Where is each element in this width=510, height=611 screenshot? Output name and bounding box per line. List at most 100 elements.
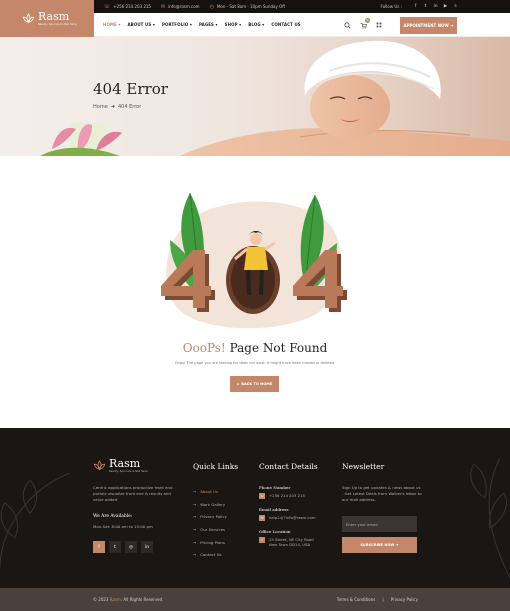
nav-item-blog[interactable]: BLOG ▾ — [248, 22, 264, 27]
logo-tagline: Beauty, Spa Care & Nail Salon — [38, 23, 78, 26]
quick-link-gallery[interactable]: → Work Gallery — [193, 498, 227, 511]
subscribe-button[interactable]: SUBSCRIBE NOW ➜ — [342, 537, 417, 553]
nav-item-shop[interactable]: SHOP ▾ — [225, 22, 242, 27]
404-illustration — [161, 192, 347, 329]
logo-name: Rasm — [38, 10, 70, 23]
nav-icons: 0 — [336, 18, 384, 30]
copyright-brand-link[interactable]: Rasm — [110, 597, 121, 602]
site-logo[interactable]: Rasm Beauty, Spa Care & Nail Salon — [0, 0, 94, 37]
search-icon[interactable] — [342, 20, 352, 30]
lotus-logo-icon — [93, 460, 106, 471]
address-line-2: New Town DD14, USA — [269, 542, 311, 547]
contact-email[interactable]: help24/7info@rasm.com — [269, 515, 316, 520]
error-heading: OooPs! Page Not Found — [0, 341, 510, 355]
appointment-button[interactable]: APPOINTMENT NOW ➜ — [400, 17, 457, 34]
arrow-right-icon: → — [193, 539, 197, 545]
main-nav: HOME ▾ ABOUT US ▾ PORTFOLIO ▾ PAGES ▾ SH… — [94, 13, 510, 37]
topbar-phone[interactable]: ☏ +256 214 203 215 — [104, 4, 151, 10]
arrow-right-icon: → — [193, 526, 197, 532]
nav-item-portfolio[interactable]: PORTFOLIO ▾ — [162, 22, 192, 27]
footer-about-text: Centric applications productize front en… — [93, 485, 173, 502]
top-bar: ☏ +256 214 203 215 ✉ info@rasm.com ◷ Mon… — [94, 0, 510, 13]
privacy-link[interactable]: Privacy Policy — [391, 597, 418, 602]
topbar-email[interactable]: ✉ info@rasm.com — [161, 4, 200, 10]
clock-icon: ◷ — [209, 3, 214, 10]
facebook-icon[interactable]: f — [413, 4, 418, 9]
linkedin-icon[interactable]: in — [141, 541, 153, 553]
contact-heading: Contact Details — [259, 462, 318, 471]
youtube-icon[interactable]: ▶ — [443, 4, 448, 9]
topbar-phone-text: +256 214 203 215 — [113, 4, 151, 9]
cart-count-badge: 0 — [365, 18, 370, 23]
quick-link-about[interactable]: → About Us — [193, 485, 227, 498]
leaf-decoration-right — [470, 457, 510, 579]
skype-icon[interactable]: s — [453, 4, 458, 9]
topbar-hours: ◷ Mon - Sat 8am - 10pm Sunday Off — [210, 4, 285, 10]
arrow-right-icon: → — [193, 514, 197, 520]
copyright-text: © 2023 Rasm. All Rights Reserved. — [93, 597, 163, 602]
copyright-suffix: . All Rights Reserved. — [120, 597, 164, 602]
page-title: 404 Error — [93, 80, 168, 98]
error-heading-rest: Page Not Found — [229, 341, 328, 355]
contact-address: 25 Street, NE City Road New Town DD14, U… — [269, 537, 314, 547]
twitter-icon[interactable]: t — [109, 541, 121, 553]
cart-icon[interactable]: 0 — [358, 18, 370, 30]
email-label: Email address — [259, 507, 289, 512]
mail-icon: ✉ — [259, 515, 265, 521]
leaf-decoration-left — [0, 472, 71, 569]
nav-item-pages[interactable]: PAGES ▾ — [199, 22, 218, 27]
breadcrumb: Home ➜ 404 Error — [93, 104, 141, 110]
linkedin-icon[interactable]: in — [433, 4, 438, 9]
office-label: Office Location — [259, 529, 291, 534]
grid-menu-icon[interactable] — [374, 20, 384, 30]
phone-label: Phone Number — [259, 485, 291, 490]
contact-details: Phone Number ☏ +256 214 203 215 Email ad… — [259, 485, 339, 555]
footer-available-hours: Mon-Sat: 8:00 am to 15:00 pm — [93, 524, 153, 529]
footer-available-heading: We Are Available: — [93, 514, 133, 519]
instagram-icon[interactable]: ◎ — [125, 541, 137, 553]
topbar-email-text: info@rasm.com — [168, 4, 200, 9]
phone-icon: ☏ — [259, 493, 265, 499]
site-footer: Rasm Beauty, Spa Care & Nail Salon Centr… — [0, 428, 510, 588]
contact-phone[interactable]: +256 214 203 215 — [269, 493, 305, 498]
quick-links-heading: Quick Links — [193, 462, 239, 471]
newsletter-heading: Newsletter — [342, 462, 385, 471]
spa-woman-image — [40, 40, 510, 156]
quick-link-contact[interactable]: → Contact Us — [193, 548, 227, 561]
topbar-socials: Follow Us : f t in ▶ s — [381, 4, 458, 9]
lotus-logo-icon — [22, 13, 35, 24]
arrow-right-icon: → — [193, 488, 197, 494]
nav-item-about[interactable]: ABOUT US ▾ — [127, 22, 154, 27]
phone-icon: ☏ — [104, 3, 111, 10]
nav-item-contact[interactable]: CONTACT US — [271, 22, 300, 27]
nav-item-home[interactable]: HOME ▾ — [103, 22, 120, 27]
arrow-right-icon: → — [193, 501, 197, 507]
back-to-home-label: BACK TO HOME — [241, 382, 273, 386]
arrow-right-icon: → — [193, 552, 197, 558]
quick-link-pricing[interactable]: → Pricing Plans — [193, 536, 227, 549]
topbar-hours-text: Mon - Sat 8am - 10pm Sunday Off — [216, 4, 286, 9]
quick-links-list: → About Us → Work Gallery → Privacy Policy … — [193, 485, 227, 561]
home-icon: ⌂ — [236, 382, 240, 386]
page-banner: 404 Error Home ➜ 404 Error — [0, 37, 510, 156]
back-to-home-button[interactable]: ⌂ BACK TO HOME — [230, 376, 279, 392]
nav-menu: HOME ▾ ABOUT US ▾ PORTFOLIO ▾ PAGES ▾ SH… — [103, 22, 308, 27]
footer-logo-name: Rasm — [109, 457, 141, 470]
arrow-right-icon: ➜ — [110, 104, 115, 110]
legal-separator: | — [382, 597, 384, 602]
breadcrumb-home[interactable]: Home — [93, 104, 108, 110]
mail-icon: ✉ — [160, 3, 166, 10]
facebook-icon[interactable]: f — [93, 541, 105, 553]
legal-links: Terms & Conditions | Privacy Policy — [337, 597, 418, 602]
location-pin-icon: ⌖ — [259, 537, 265, 543]
newsletter-text: Sign Up to get updates & news about us .… — [342, 485, 422, 502]
breadcrumb-current: 404 Error — [117, 104, 142, 110]
footer-logo-tagline: Beauty, Spa Care & Nail Salon — [109, 470, 149, 473]
copyright-year: © 2023 — [93, 597, 109, 602]
quick-link-services[interactable]: → Our Services — [193, 523, 227, 536]
quick-link-privacy[interactable]: → Privacy Policy — [193, 510, 227, 523]
footer-logo[interactable]: Rasm Beauty, Spa Care & Nail Salon — [93, 458, 148, 473]
newsletter-email-input[interactable] — [342, 516, 417, 532]
terms-link[interactable]: Terms & Conditions — [337, 597, 376, 602]
twitter-icon[interactable]: t — [423, 4, 428, 9]
